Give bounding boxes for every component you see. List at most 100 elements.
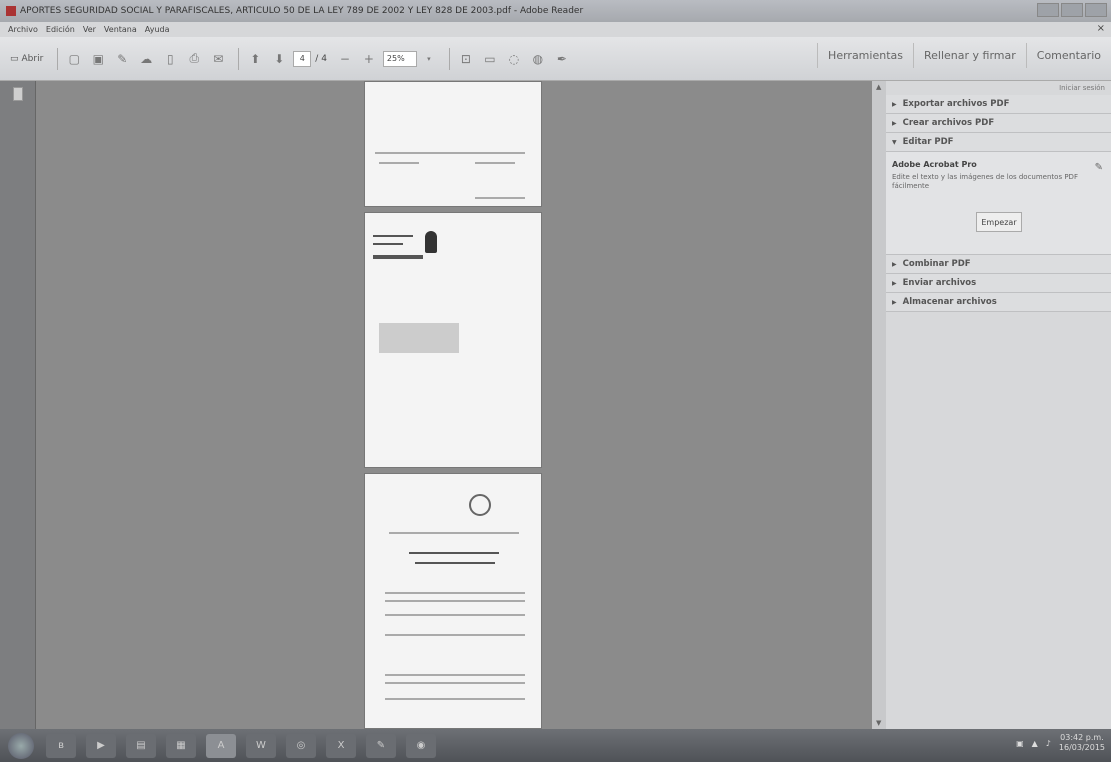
section-label: Crear archivos PDF: [902, 118, 995, 128]
close-window-button[interactable]: [1085, 3, 1107, 17]
zoom-level-select[interactable]: 25%: [382, 50, 417, 67]
word-icon[interactable]: W: [246, 733, 276, 758]
title-bar: APORTES SEGURIDAD SOCIAL Y PARAFISCALES,…: [0, 0, 1111, 22]
chevron-right-icon: ▶: [892, 260, 897, 268]
toolbar-divider: [448, 47, 450, 70]
toolbar-divider: [238, 47, 240, 70]
email-icon[interactable]: ✉: [208, 49, 228, 69]
media-player-icon[interactable]: ▶: [86, 733, 116, 758]
firefox-icon[interactable]: ◉: [406, 733, 436, 758]
document-area[interactable]: [36, 81, 872, 729]
scroll-down-icon[interactable]: ▼: [876, 719, 881, 727]
toolbar-divider: [57, 47, 59, 70]
sign-in-link[interactable]: Iniciar sesión: [886, 81, 1111, 95]
text-line: [385, 592, 525, 594]
window-controls: [1037, 3, 1107, 17]
page-thumbnails-icon[interactable]: [13, 87, 23, 101]
chevron-down-icon[interactable]: ▾: [419, 49, 439, 69]
pdf-page: [364, 81, 542, 207]
pin-icon[interactable]: ✎: [1095, 162, 1103, 173]
adobe-reader-icon: [6, 6, 16, 16]
menu-ventana[interactable]: Ventana: [104, 25, 137, 34]
cloud-icon[interactable]: ☁: [136, 49, 156, 69]
excel-icon[interactable]: X: [326, 733, 356, 758]
tools-pane: Iniciar sesión ▶ Exportar archivos PDF ▶…: [886, 81, 1111, 729]
create-pdf-icon[interactable]: ▢: [64, 49, 84, 69]
highlight-icon[interactable]: ◍: [528, 49, 548, 69]
start-button[interactable]: [8, 732, 34, 759]
close-document-icon[interactable]: ×: [1097, 23, 1105, 34]
menu-ayuda[interactable]: Ayuda: [145, 25, 170, 34]
comment-icon[interactable]: ◌: [504, 49, 524, 69]
product-description: Edite el texto y las imágenes de los doc…: [892, 173, 1078, 190]
open-button[interactable]: ▭ Abrir: [6, 49, 47, 69]
section-create-pdf[interactable]: ▶ Crear archivos PDF: [886, 114, 1111, 133]
language-icon[interactable]: ▣: [1016, 739, 1024, 748]
open-label: Abrir: [21, 53, 44, 64]
pdf-page: [364, 473, 542, 729]
chevron-right-icon: ▶: [892, 119, 897, 127]
explorer-icon[interactable]: ▤: [126, 733, 156, 758]
section-edit-pdf[interactable]: ▼ Editar PDF: [886, 133, 1111, 152]
page-total: / 4: [315, 53, 327, 64]
task-pane-tabs: Herramientas Rellenar y firmar Comentari…: [817, 43, 1111, 68]
clock[interactable]: 03:42 p.m. 16/03/2015: [1059, 733, 1105, 753]
seal-image: [469, 494, 491, 516]
vertical-scrollbar[interactable]: ▲ ▼: [872, 81, 886, 729]
text-line: [373, 255, 423, 259]
menu-archivo[interactable]: Archivo: [8, 25, 38, 34]
section-send-files[interactable]: ▶ Enviar archivos: [886, 274, 1111, 293]
page-number-input[interactable]: 4: [293, 50, 312, 67]
section-combine-pdf[interactable]: ▶ Combinar PDF: [886, 255, 1111, 274]
fit-page-icon[interactable]: ⊡: [456, 49, 476, 69]
chevron-right-icon: ▶: [892, 279, 897, 287]
section-label: Combinar PDF: [902, 259, 971, 269]
window-title: APORTES SEGURIDAD SOCIAL Y PARAFISCALES,…: [20, 6, 584, 16]
zoom-out-icon[interactable]: −: [335, 49, 355, 69]
text-line: [389, 532, 519, 534]
section-export-pdf[interactable]: ▶ Exportar archivos PDF: [886, 95, 1111, 114]
next-page-icon[interactable]: ⬇: [269, 49, 289, 69]
product-name: Adobe Acrobat Pro: [892, 160, 977, 169]
section-label: Almacenar archivos: [902, 297, 997, 307]
scroll-up-icon[interactable]: ▲: [876, 83, 881, 91]
text-line: [409, 552, 499, 554]
person-stamp-image: [425, 231, 437, 253]
text-line: [385, 682, 525, 684]
section-label: Enviar archivos: [902, 278, 977, 288]
section-store-files[interactable]: ▶ Almacenar archivos: [886, 293, 1111, 312]
network-icon[interactable]: ▲: [1032, 739, 1038, 748]
tab-rellenar-firmar[interactable]: Rellenar y firmar: [912, 43, 1026, 68]
fit-width-icon[interactable]: ▭: [480, 49, 500, 69]
system-tray: ▣ ▲ ♪ 03:42 p.m. 16/03/2015: [1016, 733, 1105, 753]
taskbar: ʙ ▶ ▤ ▦ A W ◎ X ✎ ◉ ▣ ▲ ♪ 03:42 p.m. 16/…: [0, 729, 1111, 762]
text-line: [385, 634, 525, 636]
section-label: Exportar archivos PDF: [902, 99, 1010, 109]
bluetooth-icon[interactable]: ʙ: [46, 733, 76, 758]
save-icon[interactable]: ▯: [160, 49, 180, 69]
adobe-reader-task-icon[interactable]: A: [206, 733, 236, 758]
menu-ver[interactable]: Ver: [83, 25, 96, 34]
export-icon[interactable]: ▣: [88, 49, 108, 69]
chrome-icon[interactable]: ◎: [286, 733, 316, 758]
previous-page-icon[interactable]: ⬆: [245, 49, 265, 69]
clock-date: 16/03/2015: [1058, 743, 1105, 752]
volume-icon[interactable]: ♪: [1046, 739, 1051, 748]
print-icon[interactable]: ⎙: [184, 49, 204, 69]
toolbar: ▭ Abrir ▢ ▣ ✎ ☁ ▯ ⎙ ✉ ⬆ ⬇ 4 / 4 − + 25% …: [0, 37, 1111, 81]
text-block: [379, 323, 459, 353]
navigation-panel: [0, 81, 36, 729]
menu-edicion[interactable]: Edición: [46, 25, 75, 34]
folder-icon[interactable]: ▦: [166, 733, 196, 758]
tab-herramientas[interactable]: Herramientas: [817, 43, 913, 68]
minimize-button[interactable]: [1037, 3, 1059, 17]
text-line: [415, 562, 495, 564]
paint-icon[interactable]: ✎: [366, 733, 396, 758]
folder-icon: ▭: [10, 53, 19, 64]
start-button[interactable]: Empezar: [976, 212, 1022, 232]
sign-icon[interactable]: ✒: [552, 49, 572, 69]
maximize-button[interactable]: [1061, 3, 1083, 17]
tab-comentario[interactable]: Comentario: [1025, 43, 1111, 68]
zoom-in-icon[interactable]: +: [359, 49, 379, 69]
edit-icon[interactable]: ✎: [112, 49, 132, 69]
